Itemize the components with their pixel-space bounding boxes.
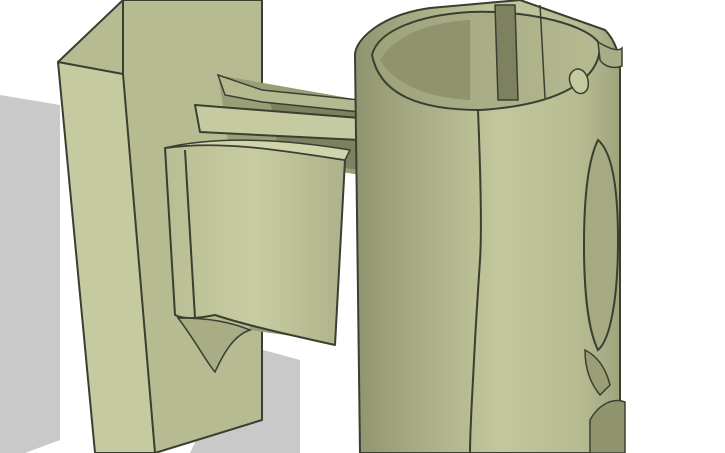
front-clip-face <box>164 144 346 346</box>
bore-slot <box>494 4 519 101</box>
model-render[interactable] <box>0 0 725 453</box>
ground-shadow <box>0 95 60 453</box>
3d-viewport[interactable] <box>0 0 725 453</box>
